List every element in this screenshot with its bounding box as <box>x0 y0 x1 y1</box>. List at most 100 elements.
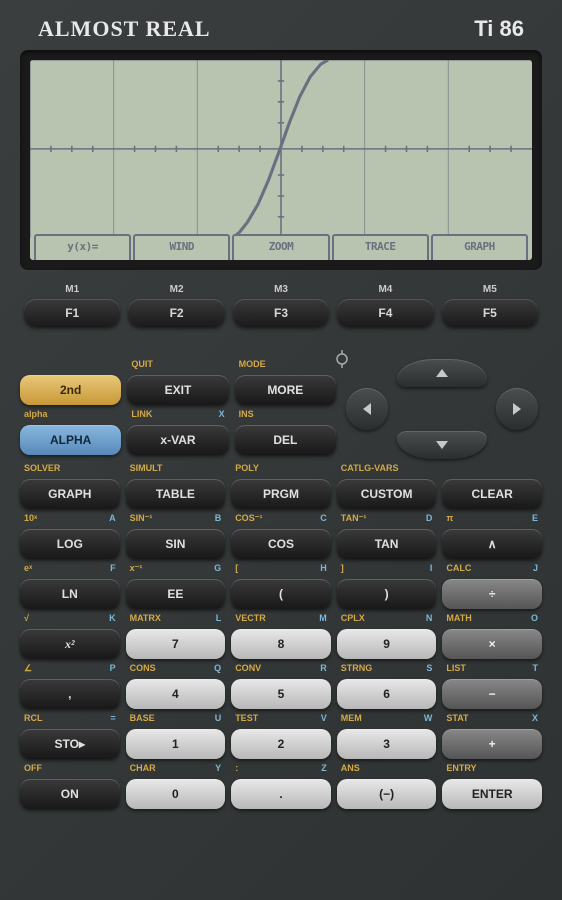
alpha-label: K <box>109 613 116 627</box>
key-log[interactable]: LOG <box>20 529 120 559</box>
second-label: alpha <box>24 409 48 423</box>
second-label: MATRX <box>130 613 161 627</box>
key-2nd[interactable]: 2nd <box>20 375 121 405</box>
alpha-label: R <box>320 663 327 677</box>
key-graph[interactable]: GRAPH <box>20 479 120 509</box>
key-9[interactable]: 9 <box>337 629 437 659</box>
screen-bezel: y(x)= WIND ZOOM TRACE GRAPH <box>20 50 542 270</box>
key-sym[interactable]: (−) <box>337 779 437 809</box>
key-2[interactable]: 2 <box>231 729 331 759</box>
key-3[interactable]: 3 <box>337 729 437 759</box>
key-7[interactable]: 7 <box>126 629 226 659</box>
key-sym[interactable]: ÷ <box>442 579 542 609</box>
key-clear[interactable]: CLEAR <box>442 479 542 509</box>
menu-tab-trace[interactable]: TRACE <box>332 234 429 260</box>
key-cos[interactable]: COS <box>231 529 331 559</box>
key-xvar[interactable]: x-VAR <box>127 425 228 455</box>
dpad-left[interactable] <box>346 388 388 430</box>
key-ln[interactable]: LN <box>20 579 120 609</box>
dpad-down[interactable] <box>397 431 487 459</box>
fkey-top-label: M1 <box>24 284 120 295</box>
dpad-up[interactable] <box>397 359 487 387</box>
second-label: OFF <box>24 763 42 777</box>
key-exit[interactable]: EXIT <box>127 375 228 405</box>
key-1[interactable]: 1 <box>126 729 226 759</box>
key-4[interactable]: 4 <box>126 679 226 709</box>
alpha-label: E <box>532 513 538 527</box>
second-label: √ <box>24 613 29 627</box>
key-more[interactable]: MORE <box>235 375 336 405</box>
alpha-label: M <box>319 613 327 627</box>
fkey-f2[interactable]: F2 <box>128 299 224 327</box>
fkey-f3[interactable]: F3 <box>233 299 329 327</box>
key-enter[interactable]: ENTER <box>442 779 542 809</box>
menu-tab-zoom[interactable]: ZOOM <box>232 234 329 260</box>
second-label: BASE <box>130 713 155 727</box>
key-tan[interactable]: TAN <box>337 529 437 559</box>
key-alpha[interactable]: ALPHA <box>20 425 121 455</box>
key-6[interactable]: 6 <box>337 679 437 709</box>
key-8[interactable]: 8 <box>231 629 331 659</box>
alpha-label: W <box>424 713 433 727</box>
alpha-label: = <box>110 713 115 727</box>
alpha-label: C <box>320 513 327 527</box>
keypad: 2nd QUIT EXIT MODE MORE alpha ALPHA LINK… <box>18 359 544 809</box>
header: ALMOST REAL Ti 86 <box>18 12 544 50</box>
fkey-top-label: M5 <box>442 284 538 295</box>
second-label: COS⁻¹ <box>235 513 262 527</box>
alpha-label: Y <box>215 763 221 777</box>
alpha-label: Q <box>214 663 221 677</box>
graph-display <box>30 60 532 238</box>
fkey-top-label: M2 <box>128 284 224 295</box>
key-0[interactable]: 0 <box>126 779 226 809</box>
second-label: RCL <box>24 713 43 727</box>
second-label: MEM <box>341 713 362 727</box>
key-sym[interactable]: ∧ <box>442 529 542 559</box>
key-sym[interactable]: , <box>20 679 120 709</box>
key-sym[interactable]: − <box>442 679 542 709</box>
alpha-label: U <box>215 713 222 727</box>
function-key-row: M1F1M2F2M3F3M4F4M5F5 <box>18 284 544 327</box>
key-sym[interactable]: . <box>231 779 331 809</box>
menu-tab-graph[interactable]: GRAPH <box>431 234 528 260</box>
key-del[interactable]: DEL <box>235 425 336 455</box>
alpha-label: D <box>426 513 433 527</box>
menu-tab-wind[interactable]: WIND <box>133 234 230 260</box>
key-sto[interactable]: STO▸ <box>20 729 120 759</box>
key-sym[interactable]: ) <box>337 579 437 609</box>
key-x[interactable]: x² <box>20 629 120 659</box>
key-table[interactable]: TABLE <box>126 479 226 509</box>
dpad-center-icon <box>333 350 351 368</box>
key-sym[interactable]: + <box>442 729 542 759</box>
key-sin[interactable]: SIN <box>126 529 226 559</box>
second-label: SOLVER <box>24 463 60 477</box>
second-label: CONV <box>235 663 261 677</box>
direction-pad <box>342 359 542 459</box>
alpha-label: B <box>215 513 222 527</box>
alpha-label: S <box>426 663 432 677</box>
fkey-f4[interactable]: F4 <box>337 299 433 327</box>
key-prgm[interactable]: PRGM <box>231 479 331 509</box>
second-label: VECTR <box>235 613 266 627</box>
key-on[interactable]: ON <box>20 779 120 809</box>
alpha-label: N <box>426 613 433 627</box>
second-label: CONS <box>130 663 156 677</box>
key-sym[interactable]: × <box>442 629 542 659</box>
key-custom[interactable]: CUSTOM <box>337 479 437 509</box>
key-ee[interactable]: EE <box>126 579 226 609</box>
fkey-f1[interactable]: F1 <box>24 299 120 327</box>
second-label: TEST <box>235 713 258 727</box>
menu-tab-yx[interactable]: y(x)= <box>34 234 131 260</box>
dpad-right[interactable] <box>496 388 538 430</box>
second-label: ENTRY <box>446 763 476 777</box>
key-5[interactable]: 5 <box>231 679 331 709</box>
key-sym[interactable]: ( <box>231 579 331 609</box>
second-label: STRNG <box>341 663 373 677</box>
alpha-label: T <box>532 663 538 677</box>
calculator-body: ALMOST REAL Ti 86 y(x)= WIND ZOOM T R <box>0 0 562 900</box>
second-label: LINK <box>131 409 152 423</box>
second-label: eˣ <box>24 563 32 577</box>
second-label: SIMULT <box>130 463 163 477</box>
alpha-label: X <box>219 409 225 423</box>
fkey-f5[interactable]: F5 <box>442 299 538 327</box>
